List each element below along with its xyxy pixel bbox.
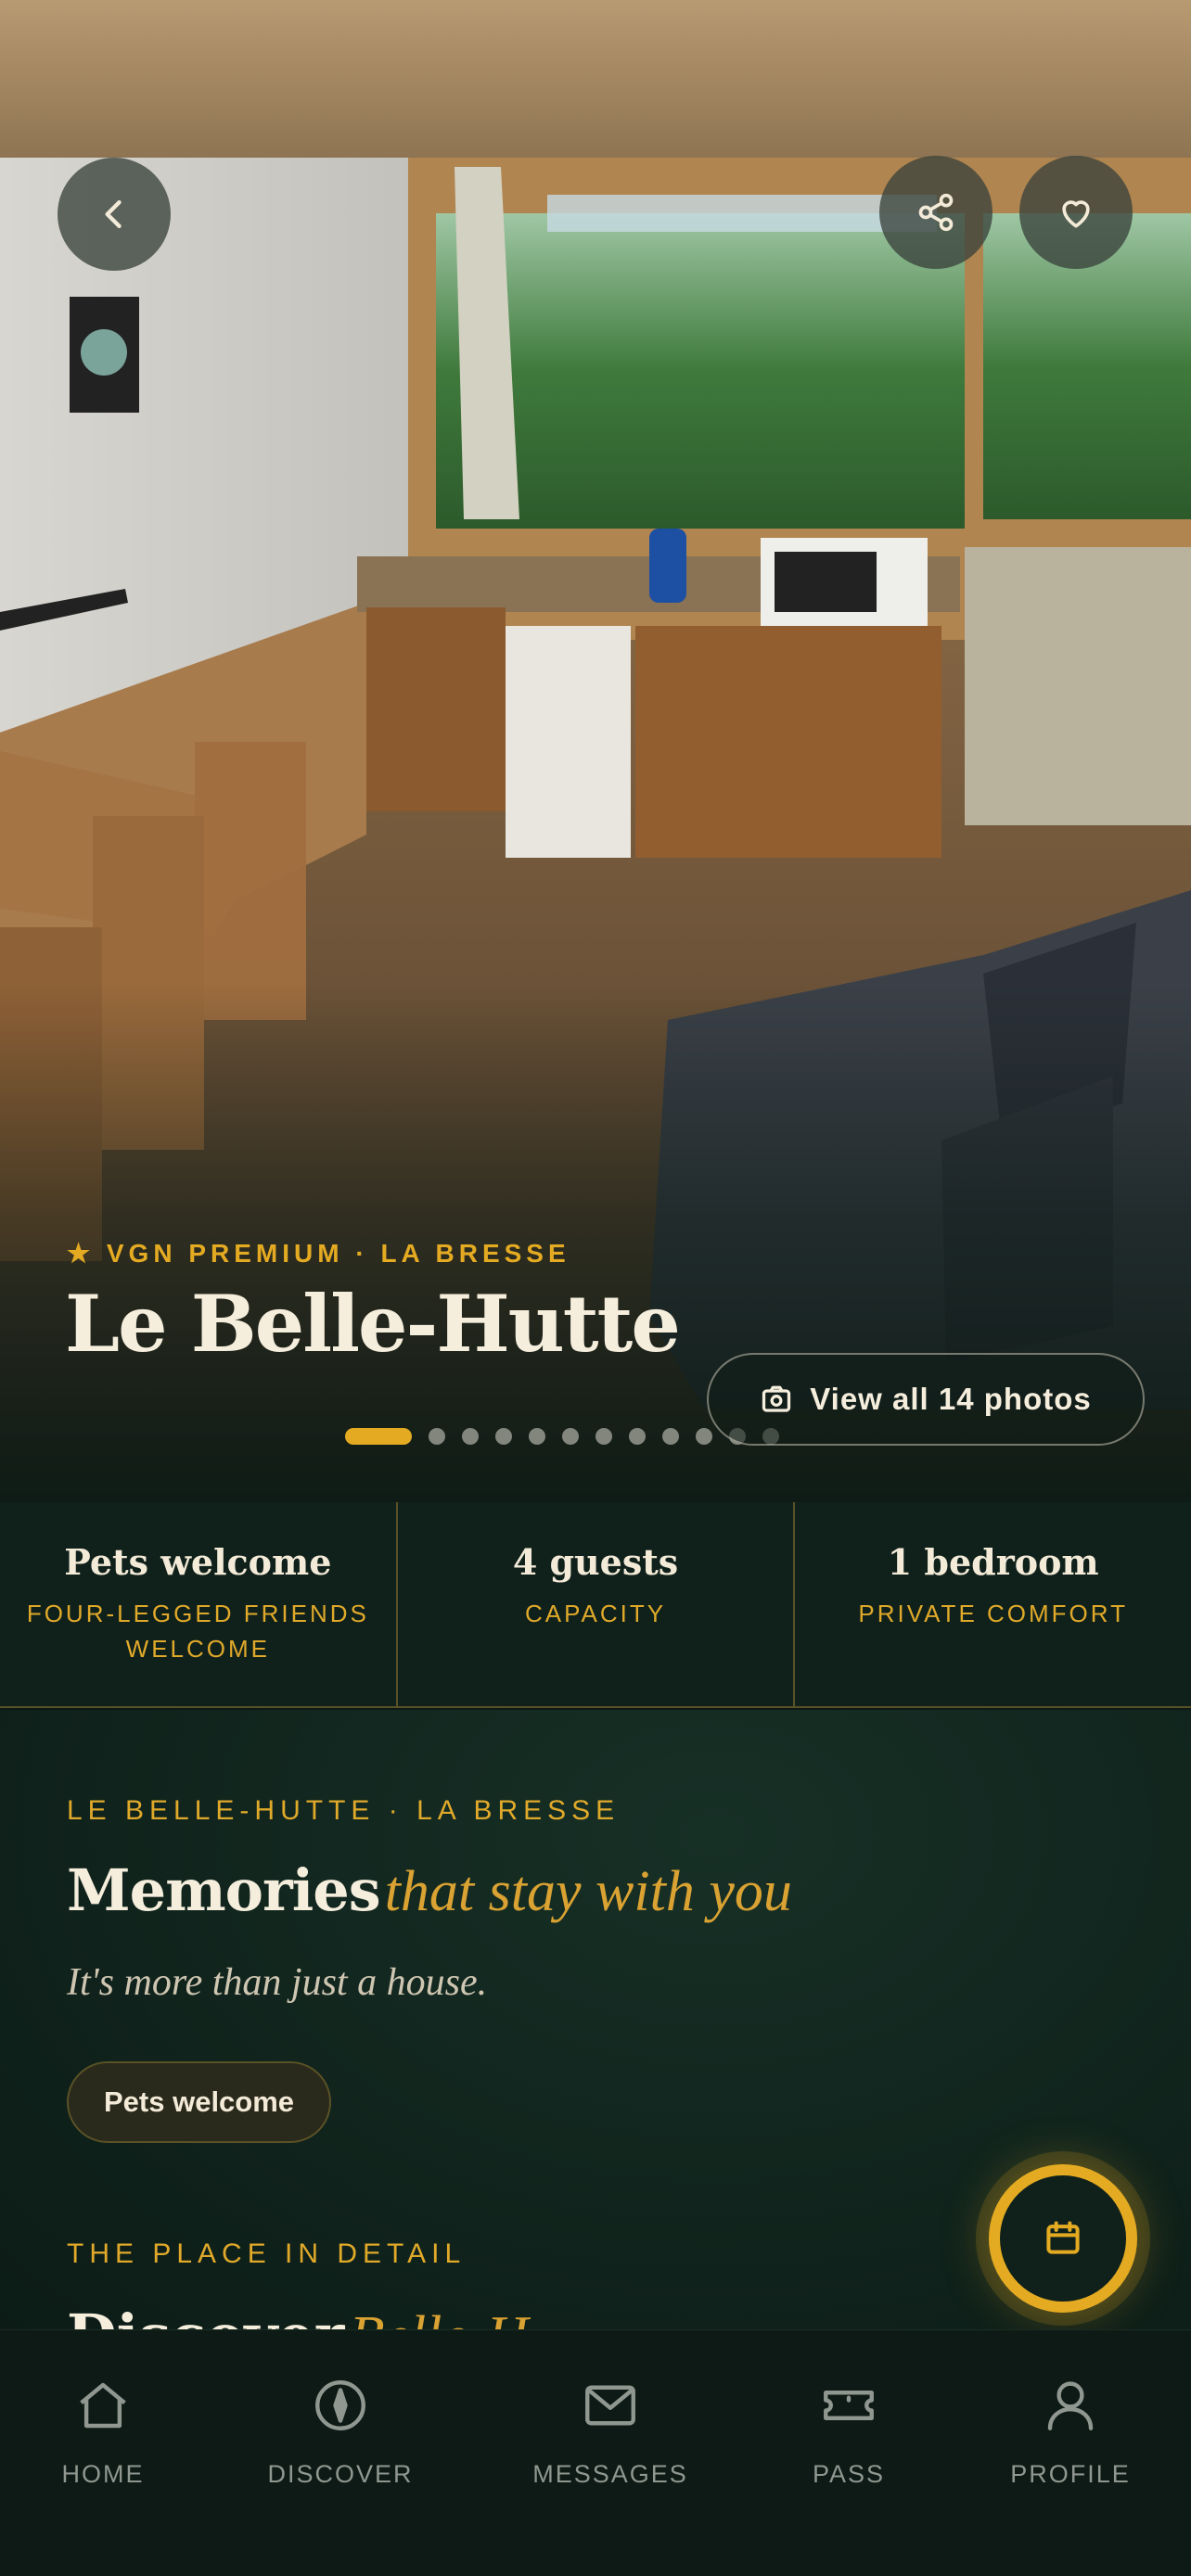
favorite-button[interactable]: [1019, 156, 1133, 269]
intro-heading-strong: Memories: [67, 1856, 381, 1924]
nav-label: PASS: [812, 2460, 886, 2488]
nav-label: HOME: [61, 2460, 145, 2488]
nav-label: DISCOVER: [267, 2460, 414, 2488]
stat-pets: Pets welcome FOUR-LEGGED FRIENDS WELCOME: [0, 1502, 396, 1706]
share-button[interactable]: [879, 156, 992, 269]
nav-item-profile[interactable]: PROFILE: [978, 2375, 1163, 2489]
pagination-dot[interactable]: [495, 1428, 512, 1445]
view-all-photos-button[interactable]: View all 14 photos: [707, 1353, 1145, 1446]
pets-welcome-chip[interactable]: Pets welcome: [67, 2061, 332, 2143]
listing-title: Le Belle-Hutte: [65, 1278, 681, 1370]
nav-label: PROFILE: [1010, 2460, 1131, 2488]
nav-label: MESSAGES: [532, 2460, 688, 2488]
detail-heading: Discover Belle-H: [67, 2302, 528, 2331]
user-icon: [1047, 2381, 1094, 2430]
detail-eyebrow: THE PLACE IN DETAIL: [67, 2238, 467, 2269]
pagination-dot[interactable]: [596, 1428, 612, 1445]
intro-heading-accent: that stay with you: [384, 1860, 792, 1923]
back-button[interactable]: [58, 158, 171, 271]
pagination-dot[interactable]: [429, 1428, 445, 1445]
hero: ★ VGN PREMIUM · LA BRESSE Le Belle-Hutte…: [0, 0, 1191, 1502]
calendar-icon: [1046, 2221, 1080, 2254]
pagination-dot[interactable]: [562, 1428, 579, 1445]
pagination-dot[interactable]: [529, 1428, 545, 1445]
pagination-dot[interactable]: [629, 1428, 646, 1445]
heart-icon: [1062, 200, 1090, 228]
stat-subtitle: FOUR-LEGGED FRIENDS WELCOME: [26, 1600, 369, 1663]
photo-pagination[interactable]: [345, 1428, 779, 1445]
stat-title: 4 guests: [512, 1541, 679, 1583]
compass-icon: [315, 2380, 365, 2430]
pagination-dot[interactable]: [662, 1428, 679, 1445]
nav-item-home[interactable]: HOME: [10, 2375, 196, 2489]
home-icon: [80, 2382, 126, 2429]
intro-tagline: It's more than just a house.: [67, 1961, 488, 2004]
pagination-dot[interactable]: [696, 1428, 712, 1445]
intro-eyebrow: LE BELLE-HUTTE · LA BRESSE: [67, 1795, 621, 1826]
nav-item-messages[interactable]: MESSAGES: [518, 2375, 703, 2489]
stat-guests: 4 guests CAPACITY: [395, 1502, 794, 1706]
camera-icon: [762, 1385, 791, 1412]
bottom-nav: HOME DISCOVER MESSAGES PASS PROFILE: [0, 2329, 1191, 2576]
mail-icon: [585, 2385, 635, 2426]
hero-eyebrow: ★ VGN PREMIUM · LA BRESSE: [67, 1239, 570, 1268]
view-all-photos-label: View all 14 photos: [810, 1382, 1092, 1416]
intro-heading: Memories that stay with you: [67, 1856, 792, 1925]
stat-subtitle: CAPACITY: [524, 1600, 667, 1627]
stat-title: Pets welcome: [64, 1541, 332, 1583]
stats-strip: Pets welcome FOUR-LEGGED FRIENDS WELCOME…: [0, 1502, 1191, 1708]
detail-heading-strong: Discover: [67, 2302, 344, 2331]
pagination-dot-active[interactable]: [345, 1428, 412, 1445]
ticket-icon: [824, 2391, 874, 2420]
stat-subtitle: PRIVATE COMFORT: [858, 1600, 1128, 1627]
share-icon: [918, 193, 954, 232]
nav-item-discover[interactable]: DISCOVER: [248, 2375, 433, 2489]
detail-heading-accent: Belle-H: [350, 2305, 529, 2331]
pagination-dot[interactable]: [462, 1428, 479, 1445]
booking-fab[interactable]: [989, 2164, 1137, 2313]
nav-item-pass[interactable]: PASS: [756, 2375, 941, 2489]
chevron-left-icon: [105, 199, 122, 229]
stat-title: 1 bedroom: [887, 1541, 1099, 1583]
stat-bedrooms: 1 bedroom PRIVATE COMFORT: [793, 1502, 1191, 1706]
